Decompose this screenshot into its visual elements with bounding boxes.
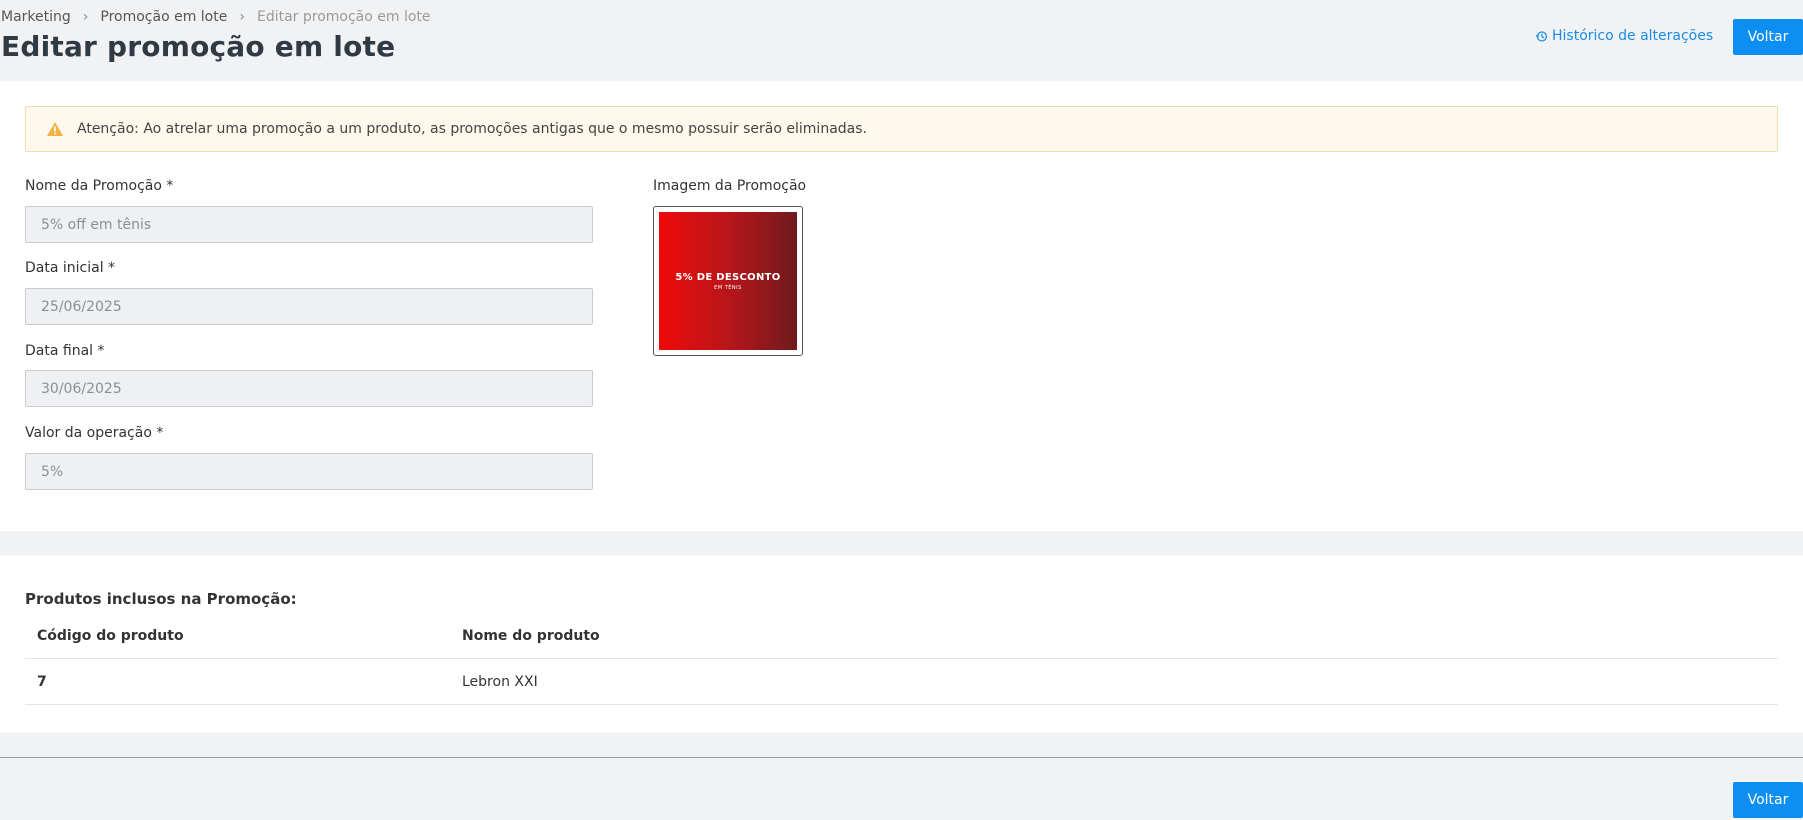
table-row: 7 Lebron XXI	[25, 659, 1778, 705]
history-link-label: Histórico de alterações	[1552, 28, 1714, 44]
promotion-name-input[interactable]	[25, 206, 593, 243]
column-header-code: Código do produto	[37, 627, 184, 644]
footer-divider	[0, 757, 1803, 758]
product-code-cell: 7	[37, 673, 47, 690]
warning-alert: Atenção: Ao atrelar uma promoção a um pr…	[25, 106, 1778, 152]
promotion-banner: 5% DE DESCONTO EM TÊNIS	[659, 212, 797, 350]
warning-icon	[47, 122, 63, 136]
start-date-input[interactable]	[25, 288, 593, 325]
promotion-image-label: Imagem da Promoção	[653, 178, 807, 194]
chevron-right-icon: ›	[239, 9, 245, 25]
end-date-label: Data final *	[25, 343, 105, 359]
end-date-input[interactable]	[25, 370, 593, 407]
banner-subtitle: EM TÊNIS	[714, 284, 742, 291]
history-link[interactable]: Histórico de alterações	[1535, 28, 1713, 44]
products-title: Produtos inclusos na Promoção:	[25, 590, 297, 608]
breadcrumb: Marketing › Promoção em lote › Editar pr…	[1, 9, 431, 25]
banner-title: 5% DE DESCONTO	[675, 271, 781, 283]
breadcrumb-item-promocao-em-lote[interactable]: Promoção em lote	[100, 9, 227, 25]
warning-alert-text: Atenção: Ao atrelar uma promoção a um pr…	[77, 121, 867, 137]
history-icon	[1535, 30, 1548, 42]
promotion-name-label: Nome da Promoção *	[25, 178, 174, 194]
product-name-cell: Lebron XXI	[462, 673, 538, 690]
breadcrumb-current: Editar promoção em lote	[256, 9, 431, 25]
products-table: Código do produto Nome do produto 7 Lebr…	[25, 613, 1778, 705]
operation-value-input[interactable]	[25, 453, 593, 490]
column-header-name: Nome do produto	[462, 627, 600, 644]
back-button-top[interactable]: Voltar	[1733, 19, 1803, 55]
table-header: Código do produto Nome do produto	[25, 613, 1778, 659]
start-date-label: Data inicial *	[25, 260, 116, 276]
back-button-bottom[interactable]: Voltar	[1733, 782, 1803, 818]
promotion-form-card: Atenção: Ao atrelar uma promoção a um pr…	[0, 81, 1803, 531]
chevron-right-icon: ›	[82, 9, 89, 25]
promotion-image[interactable]: 5% DE DESCONTO EM TÊNIS	[653, 206, 803, 356]
products-card: Produtos inclusos na Promoção: Código do…	[0, 555, 1803, 733]
operation-value-label: Valor da operação *	[25, 425, 164, 441]
breadcrumb-item-marketing[interactable]: Marketing	[1, 9, 71, 25]
page-title: Editar promoção em lote	[1, 30, 396, 63]
